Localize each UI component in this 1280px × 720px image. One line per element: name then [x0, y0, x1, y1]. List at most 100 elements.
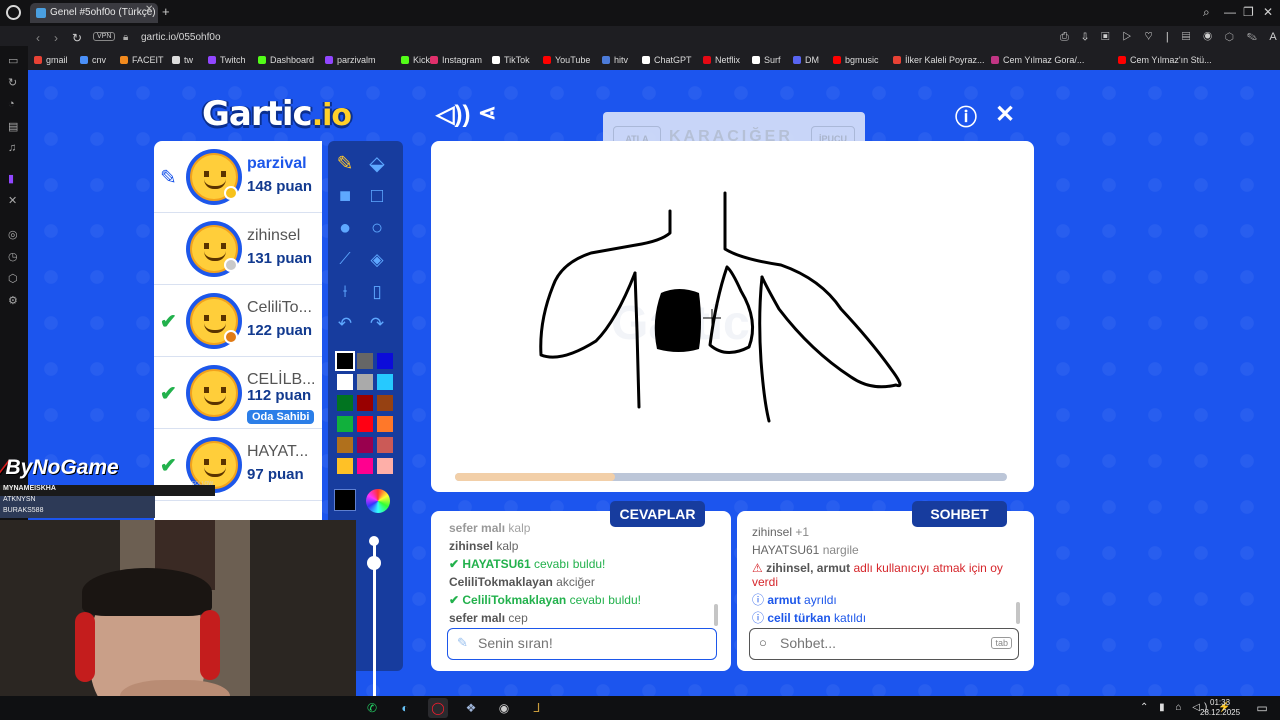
- ai-extension-label[interactable]: AI: [1269, 31, 1280, 43]
- bookmark-6[interactable]: parzivalm: [325, 55, 376, 65]
- clock-icon[interactable]: ◷: [8, 250, 18, 263]
- notes-icon[interactable]: ▤: [8, 120, 18, 133]
- bookmark-9[interactable]: TikTok: [492, 55, 530, 65]
- line-tool-icon[interactable]: ⟋: [332, 247, 358, 273]
- x-icon[interactable]: ✕: [8, 194, 17, 207]
- compass-icon[interactable]: ◎: [8, 228, 18, 241]
- palette-swatch[interactable]: [337, 458, 353, 474]
- palette-swatch[interactable]: [357, 416, 373, 432]
- rect-outline-tool-icon[interactable]: □: [364, 183, 390, 209]
- league-icon[interactable]: ⅃: [527, 698, 547, 718]
- bookmark-1[interactable]: cnv: [80, 55, 106, 65]
- player-icon[interactable]: ◔: [8, 98, 15, 110]
- steam-icon[interactable]: ◐: [395, 698, 415, 718]
- bookmark-11[interactable]: hitv: [602, 55, 628, 65]
- color-picker-wheel-icon[interactable]: [366, 489, 390, 513]
- palette-swatch[interactable]: [377, 395, 393, 411]
- bookmark-7[interactable]: Kick: [401, 55, 430, 65]
- player-row[interactable]: ✎ parzival 148 puan: [154, 141, 322, 213]
- music-icon[interactable]: ♫: [8, 142, 16, 154]
- palette-swatch[interactable]: [377, 416, 393, 432]
- bookmark-2[interactable]: FACEIT: [120, 55, 164, 65]
- messenger-icon[interactable]: ▭: [8, 54, 18, 67]
- bookmark-12[interactable]: ChatGPT: [642, 55, 692, 65]
- palette-swatch[interactable]: [337, 416, 353, 432]
- chat-input[interactable]: [780, 635, 980, 651]
- undo-icon[interactable]: ↶: [332, 311, 358, 337]
- notifications-icon[interactable]: ▭: [1252, 698, 1272, 718]
- app-icon[interactable]: ❖: [461, 698, 481, 718]
- vpn-badge[interactable]: VPN: [93, 32, 116, 41]
- player-row[interactable]: ✔ CELİLB... 112 puan Oda Sahibi: [154, 357, 322, 429]
- chat-scrollbar[interactable]: [1016, 602, 1020, 624]
- search-tabs-icon[interactable]: ⌕: [1203, 5, 1210, 20]
- opera-gx-icon[interactable]: ◯: [428, 698, 448, 718]
- palette-swatch[interactable]: [337, 395, 353, 411]
- palette-swatch[interactable]: [377, 353, 393, 369]
- opera-menu-icon[interactable]: [6, 5, 21, 20]
- bookmark-17[interactable]: İlker Kaleli Poyraz...: [893, 55, 985, 65]
- brush-size-handle[interactable]: [367, 556, 381, 570]
- player-row[interactable]: zihinsel 131 puan: [154, 213, 322, 285]
- eyedropper-tool-icon[interactable]: ⟊: [332, 279, 358, 305]
- palette-swatch[interactable]: [357, 374, 373, 390]
- lock-icon[interactable]: 🔒︎: [123, 32, 128, 43]
- pencil-tool-icon[interactable]: ✎: [332, 151, 358, 177]
- bookmark-3[interactable]: tw: [172, 55, 193, 65]
- window-close-button[interactable]: ✕: [1263, 5, 1273, 19]
- bookmark-18[interactable]: Cem Yılmaz Gora/...: [991, 55, 1084, 65]
- palette-swatch[interactable]: [337, 374, 353, 390]
- answers-scrollbar[interactable]: [714, 604, 718, 626]
- palette-swatch[interactable]: [377, 437, 393, 453]
- bookmark-8[interactable]: Instagram: [430, 55, 482, 65]
- player-row[interactable]: ✔ CeliliTo... 122 puan: [154, 285, 322, 357]
- bookmark-10[interactable]: YouTube: [543, 55, 590, 65]
- exit-room-close-icon[interactable]: ✕: [995, 100, 1015, 129]
- filled-rect-tool-icon[interactable]: ■: [332, 183, 358, 209]
- whatsapp-icon[interactable]: ✆: [362, 698, 382, 718]
- minimize-button[interactable]: —: [1224, 5, 1236, 19]
- eraser-tool-icon[interactable]: ⬙: [364, 151, 390, 177]
- palette-swatch[interactable]: [377, 458, 393, 474]
- reload-icon[interactable]: ↻: [72, 31, 82, 45]
- info-icon[interactable]: ⓘ: [955, 100, 977, 132]
- palette-swatch[interactable]: [377, 374, 393, 390]
- settings-gear-icon[interactable]: ⚙: [8, 294, 18, 307]
- bookmark-16[interactable]: bgmusic: [833, 55, 879, 65]
- blank-page-tool-icon[interactable]: ▯: [364, 279, 390, 305]
- palette-swatch[interactable]: [335, 351, 355, 371]
- fill-bucket-tool-icon[interactable]: ◈: [364, 247, 390, 273]
- bookmark-0[interactable]: gmail: [34, 55, 68, 65]
- bookmark-5[interactable]: Dashboard: [258, 55, 314, 65]
- restore-button[interactable]: ❐: [1243, 5, 1254, 19]
- new-tab-button[interactable]: +: [162, 4, 170, 19]
- palette-swatch[interactable]: [357, 353, 373, 369]
- palette-swatch[interactable]: [337, 437, 353, 453]
- browser-tab-active[interactable]: Genel #5ohf0o (Türkçe) -: [30, 3, 158, 23]
- share-icon[interactable]: ⋖: [478, 100, 496, 126]
- forward-button[interactable]: ›: [54, 31, 58, 45]
- taskbar-clock[interactable]: 01:33 28.12.2025: [1200, 698, 1240, 718]
- history-icon[interactable]: ↻: [8, 76, 17, 89]
- palette-swatch[interactable]: [357, 458, 373, 474]
- palette-swatch[interactable]: [357, 437, 373, 453]
- circle-outline-tool-icon[interactable]: ○: [364, 215, 390, 241]
- twitch-icon[interactable]: ▮: [8, 172, 14, 185]
- palette-swatch[interactable]: [357, 395, 373, 411]
- bookmark-4[interactable]: Twitch: [208, 55, 246, 65]
- answer-input-box[interactable]: ✎: [447, 628, 717, 660]
- bookmark-13[interactable]: Netflix: [703, 55, 740, 65]
- url-field[interactable]: gartic.io/055ohf0o: [141, 32, 221, 43]
- current-color-swatch[interactable]: [334, 489, 356, 511]
- tab-close-icon[interactable]: ✕: [145, 4, 153, 15]
- bookmark-14[interactable]: Surf: [752, 55, 781, 65]
- extensions-icon[interactable]: ⬡: [8, 272, 18, 285]
- answer-input[interactable]: [478, 635, 678, 651]
- back-button[interactable]: ‹: [36, 31, 40, 45]
- obs-icon[interactable]: ◉: [494, 698, 514, 718]
- redo-icon[interactable]: ↷: [364, 311, 390, 337]
- drawing-canvas[interactable]: Gartic: [431, 141, 1034, 492]
- brush-size-dot-small[interactable]: [369, 536, 379, 546]
- bookmark-15[interactable]: DM: [793, 55, 819, 65]
- extensions-toolbar[interactable]: ⎙ ⇩ ▣ ▷ ♡ | ▤ ◉ ⬡ ✎ AI ⋮: [1060, 31, 1280, 44]
